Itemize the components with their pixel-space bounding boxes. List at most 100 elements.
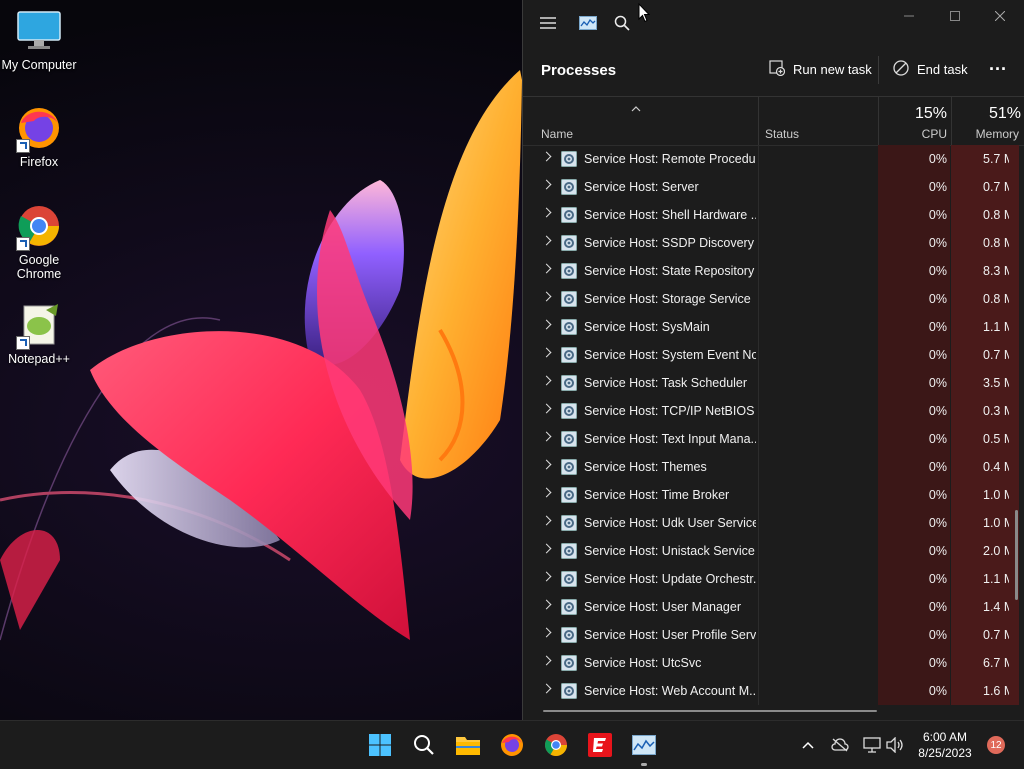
- desktop-icon-my-computer[interactable]: My Computer: [1, 8, 77, 72]
- table-row[interactable]: Service Host: Udk User Service... 0% 1.0 M: [523, 509, 1024, 537]
- expand-chevron-icon[interactable]: [541, 459, 552, 470]
- expand-chevron-icon[interactable]: [541, 235, 552, 246]
- expand-chevron-icon[interactable]: [541, 207, 552, 218]
- desktop-icon-label: Notepad++: [8, 352, 70, 366]
- expand-chevron-icon[interactable]: [541, 599, 552, 610]
- process-memory: 0.5 M: [983, 432, 1009, 446]
- more-options-button[interactable]: ...: [989, 54, 1007, 75]
- table-row[interactable]: Service Host: TCP/IP NetBIOS ... 0% 0.3 M: [523, 397, 1024, 425]
- expand-chevron-icon[interactable]: [541, 347, 552, 358]
- expand-chevron-icon[interactable]: [541, 627, 552, 638]
- close-button[interactable]: [978, 6, 1022, 26]
- column-divider[interactable]: [951, 97, 952, 145]
- process-name: Service Host: User Profile Servi...: [584, 628, 756, 642]
- column-divider[interactable]: [878, 97, 879, 145]
- search-icon[interactable]: [408, 729, 440, 761]
- chrome-icon[interactable]: [540, 729, 572, 761]
- service-gear-icon: [561, 487, 577, 503]
- red-app-icon[interactable]: [584, 729, 616, 761]
- table-row[interactable]: Service Host: Update Orchestr... 0% 1.1 M: [523, 565, 1024, 593]
- column-divider[interactable]: [758, 97, 759, 145]
- vertical-scrollbar[interactable]: [1015, 510, 1018, 600]
- title-bar: [523, 0, 1024, 44]
- desktop-icon-chrome[interactable]: Google Chrome: [1, 203, 77, 281]
- maximize-button[interactable]: [933, 6, 977, 26]
- table-row[interactable]: Service Host: User Profile Servi... 0% 0.7…: [523, 621, 1024, 649]
- search-icon[interactable]: [611, 12, 633, 34]
- service-gear-icon: [561, 459, 577, 475]
- process-cpu: 0%: [928, 292, 947, 306]
- run-new-task-button[interactable]: Run new task: [769, 60, 872, 79]
- process-cpu: 0%: [928, 488, 947, 502]
- expand-chevron-icon[interactable]: [541, 571, 552, 582]
- expand-chevron-icon[interactable]: [541, 431, 552, 442]
- toolbar: Processes Run new task End task ...: [523, 44, 1024, 96]
- table-row[interactable]: Service Host: Themes 0% 0.4 M: [523, 453, 1024, 481]
- expand-chevron-icon[interactable]: [541, 543, 552, 554]
- process-memory: 1.0 M: [983, 488, 1009, 502]
- table-row[interactable]: Service Host: SysMain 0% 1.1 M: [523, 313, 1024, 341]
- column-header-name[interactable]: Name: [541, 127, 573, 141]
- process-cpu: 0%: [928, 460, 947, 474]
- expand-chevron-icon[interactable]: [541, 683, 552, 694]
- table-row[interactable]: Service Host: System Event No... 0% 0.7 M: [523, 341, 1024, 369]
- column-header-memory[interactable]: Memory: [976, 127, 1019, 141]
- volume-icon[interactable]: [885, 735, 905, 755]
- system-clock[interactable]: 6:00 AM 8/25/2023: [910, 729, 980, 761]
- desktop-icon-notepad-plus-plus[interactable]: Notepad++: [1, 302, 77, 366]
- process-memory: 1.0 M: [983, 516, 1009, 530]
- expand-chevron-icon[interactable]: [541, 487, 552, 498]
- chevron-up-icon[interactable]: [798, 735, 818, 755]
- table-row[interactable]: Service Host: Storage Service 0% 0.8 M: [523, 285, 1024, 313]
- table-row[interactable]: Service Host: Shell Hardware ... 0% 0.8 M: [523, 201, 1024, 229]
- shortcut-arrow-icon: [16, 237, 30, 251]
- process-name: Service Host: TCP/IP NetBIOS ...: [584, 404, 756, 418]
- expand-chevron-icon[interactable]: [541, 375, 552, 386]
- table-row[interactable]: Service Host: Text Input Mana... 0% 0.5 M: [523, 425, 1024, 453]
- table-row[interactable]: Service Host: SSDP Discovery 0% 0.8 M: [523, 229, 1024, 257]
- table-row[interactable]: Service Host: Task Scheduler 0% 3.5 M: [523, 369, 1024, 397]
- expand-chevron-icon[interactable]: [541, 655, 552, 666]
- firefox-icon[interactable]: [496, 729, 528, 761]
- expand-chevron-icon[interactable]: [541, 151, 552, 162]
- table-row[interactable]: Service Host: UtcSvc 0% 6.7 M: [523, 649, 1024, 677]
- table-row[interactable]: Service Host: Server 0% 0.7 M: [523, 173, 1024, 201]
- network-icon[interactable]: [862, 735, 882, 755]
- table-row[interactable]: Service Host: Web Account M... 0% 1.6 M: [523, 677, 1024, 705]
- table-row[interactable]: Service Host: User Manager 0% 1.4 M: [523, 593, 1024, 621]
- service-gear-icon: [561, 319, 577, 335]
- cloud-offline-icon[interactable]: [830, 735, 850, 755]
- process-name: Service Host: Remote Procedu...: [584, 152, 756, 166]
- table-row[interactable]: Service Host: Unistack Service ... 0% 2.0 …: [523, 537, 1024, 565]
- hamburger-menu-icon[interactable]: [537, 12, 559, 34]
- process-memory: 2.0 M: [983, 544, 1009, 558]
- expand-chevron-icon[interactable]: [541, 403, 552, 414]
- column-header-status[interactable]: Status: [765, 127, 799, 141]
- minimize-button[interactable]: [887, 6, 931, 26]
- start-icon[interactable]: [364, 729, 396, 761]
- desktop-icon-firefox[interactable]: Firefox: [1, 105, 77, 169]
- expand-chevron-icon[interactable]: [541, 179, 552, 190]
- horizontal-scrollbar[interactable]: [543, 710, 877, 712]
- column-header-cpu[interactable]: CPU: [922, 127, 947, 141]
- run-new-task-label: Run new task: [793, 62, 872, 77]
- expand-chevron-icon[interactable]: [541, 291, 552, 302]
- monitor-icon: [16, 8, 62, 54]
- table-row[interactable]: Service Host: State Repository ... 0% 8.3 …: [523, 257, 1024, 285]
- expand-chevron-icon[interactable]: [541, 263, 552, 274]
- notification-badge[interactable]: 12: [987, 736, 1005, 754]
- process-memory: 0.7 M: [983, 628, 1009, 642]
- process-name: Service Host: Server: [584, 180, 699, 194]
- end-task-icon: [893, 60, 909, 79]
- table-row[interactable]: Service Host: Remote Procedu... 0% 5.7 M: [523, 145, 1024, 173]
- file-explorer-icon[interactable]: [452, 729, 484, 761]
- expand-chevron-icon[interactable]: [541, 515, 552, 526]
- task-manager-icon[interactable]: [628, 729, 660, 761]
- process-memory: 1.6 M: [983, 684, 1009, 698]
- sort-ascending-icon[interactable]: [631, 101, 641, 112]
- end-task-button[interactable]: End task: [893, 60, 968, 79]
- process-memory: 0.8 M: [983, 236, 1009, 250]
- expand-chevron-icon[interactable]: [541, 319, 552, 330]
- table-row[interactable]: Service Host: Time Broker 0% 1.0 M: [523, 481, 1024, 509]
- process-cpu: 0%: [928, 432, 947, 446]
